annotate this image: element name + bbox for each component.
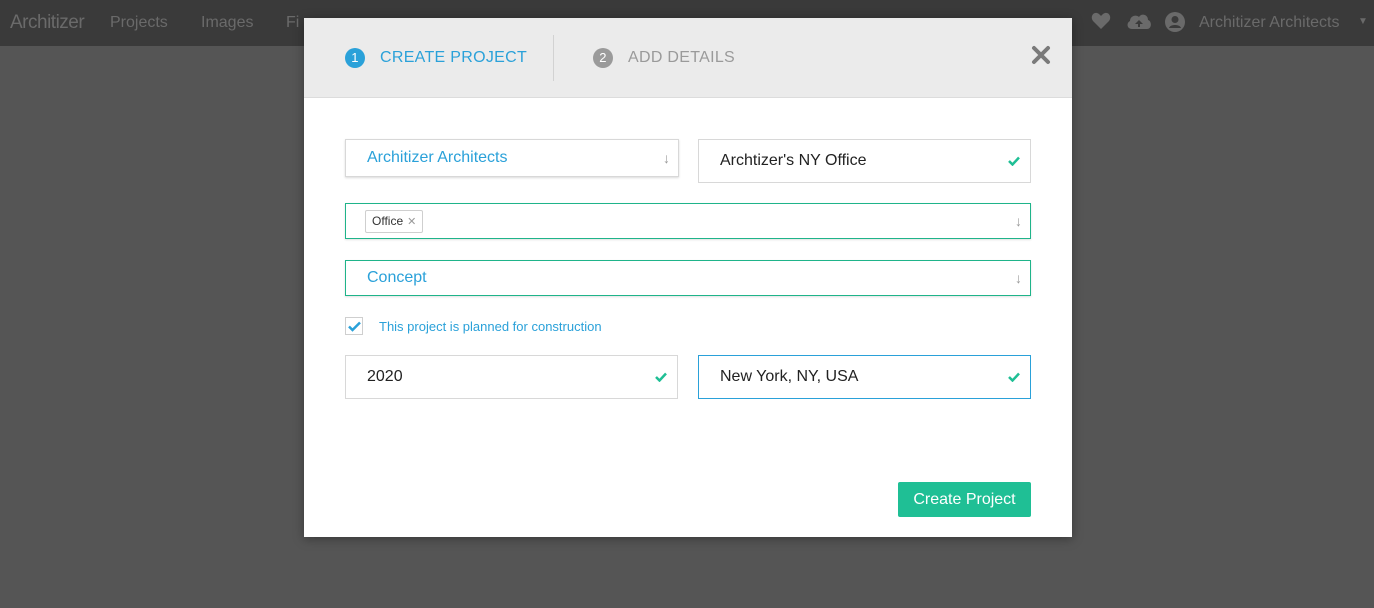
modal-header: 1 CREATE PROJECT 2 ADD DETAILS	[304, 18, 1072, 98]
status-select-value: Concept	[367, 269, 427, 286]
create-project-modal: 1 CREATE PROJECT 2 ADD DETAILS Architize…	[304, 18, 1072, 537]
location-value: New York, NY, USA	[720, 368, 859, 385]
step-add-details[interactable]: 2 ADD DETAILS	[593, 48, 735, 68]
year-value: 2020	[367, 368, 403, 385]
step-create-project: 1 CREATE PROJECT	[345, 48, 527, 68]
tag-label: Office	[372, 214, 404, 228]
checkmark-icon	[655, 372, 667, 382]
close-icon[interactable]	[1030, 44, 1052, 66]
location-input[interactable]: New York, NY, USA	[698, 355, 1031, 399]
create-project-button[interactable]: Create Project	[898, 482, 1031, 517]
user-icon[interactable]	[1164, 12, 1186, 34]
remove-tag-icon[interactable]: ✕	[407, 215, 416, 228]
status-select[interactable]: Concept ↓	[345, 260, 1031, 296]
firm-select-value: Architizer Architects	[367, 149, 508, 166]
step-label: CREATE PROJECT	[380, 49, 528, 66]
typology-tags-input[interactable]: Office ✕ ↓	[345, 203, 1031, 239]
step-number: 1	[345, 48, 365, 68]
arrow-down-icon: ↓	[1015, 213, 1022, 229]
cloud-upload-icon[interactable]	[1126, 12, 1152, 34]
step-label: ADD DETAILS	[628, 49, 736, 66]
step-divider	[553, 35, 554, 81]
firm-select[interactable]: Architizer Architects ↓	[345, 139, 679, 177]
chevron-down-icon[interactable]: ▼	[1358, 16, 1368, 27]
construction-checkbox-label[interactable]: This project is planned for construction	[379, 319, 602, 334]
checkmark-icon	[1008, 372, 1020, 382]
project-name-input[interactable]: Archtizer's NY Office	[698, 139, 1031, 183]
arrow-down-icon: ↓	[1015, 270, 1022, 286]
year-input[interactable]: 2020	[345, 355, 678, 399]
checkmark-icon	[1008, 156, 1020, 166]
heart-icon[interactable]	[1090, 12, 1112, 34]
account-name[interactable]: Architizer Architects	[1199, 14, 1339, 32]
tag-office: Office ✕	[365, 209, 424, 233]
nav-images[interactable]: Images	[201, 14, 253, 32]
architizer-logo[interactable]: Architizer	[10, 12, 85, 34]
project-name-value: Archtizer's NY Office	[720, 152, 867, 169]
nav-third-item[interactable]: Fi	[286, 14, 299, 32]
construction-checkbox-row: This project is planned for construction	[345, 317, 602, 335]
arrow-down-icon: ↓	[663, 150, 670, 166]
step-number: 2	[593, 48, 613, 68]
construction-checkbox[interactable]	[345, 317, 363, 335]
nav-projects[interactable]: Projects	[110, 14, 168, 32]
